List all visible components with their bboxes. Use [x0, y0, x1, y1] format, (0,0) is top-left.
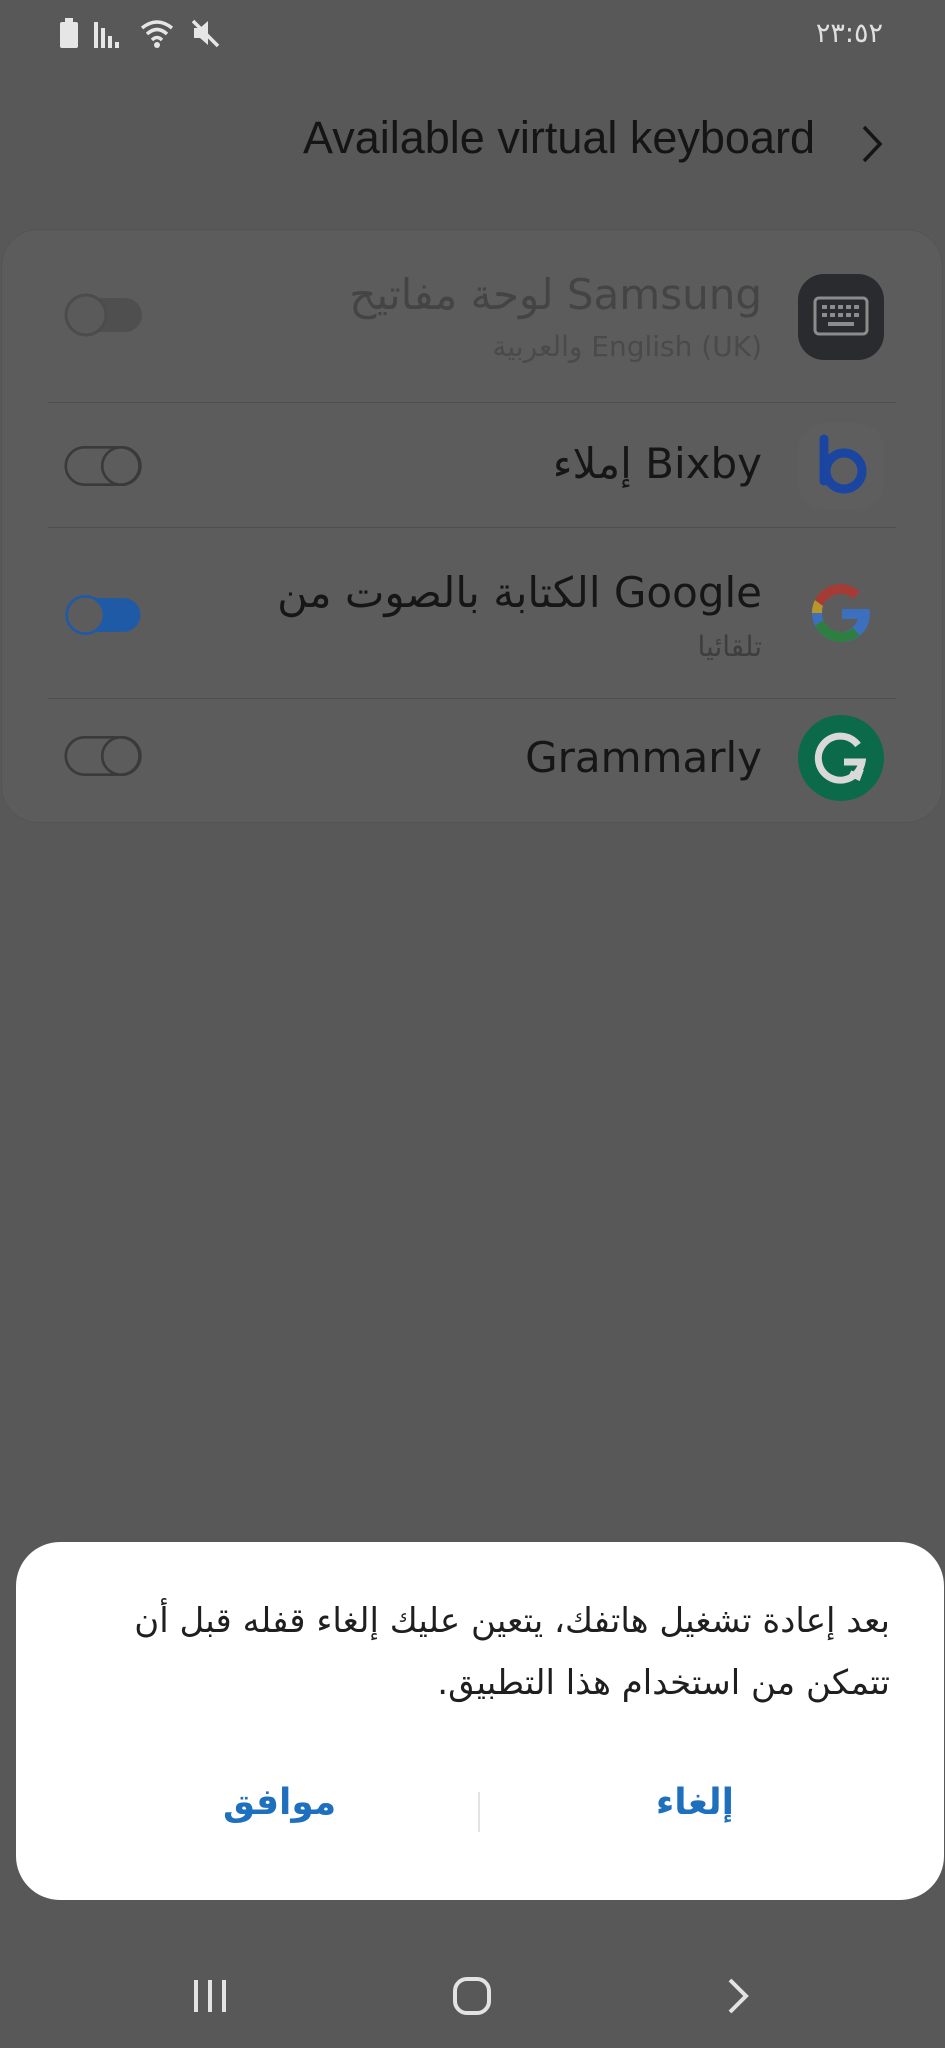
dialog-message: بعد إعادة تشغيل هاتفك، يتعين عليك إلغاء … — [134, 1601, 890, 1703]
list-item-google-voice[interactable]: الكتابة بالصوت من Google تلقائيا — [2, 528, 942, 698]
list-item-subtitle: والعربية English (UK) — [492, 330, 762, 363]
cancel-button[interactable]: إلغاء — [656, 1782, 734, 1823]
ok-button[interactable]: موافق — [223, 1782, 336, 1823]
google-voice-toggle[interactable] — [64, 592, 144, 638]
list-item-title: إملاء Bixby — [552, 439, 762, 488]
unlock-dialog: بعد إعادة تشغيل هاتفك، يتعين عليك إلغاء … — [16, 1542, 944, 1900]
status-bar: ٢٣:٥٢ — [0, 0, 945, 72]
signal-icon — [94, 22, 119, 48]
battery-icon — [60, 18, 78, 48]
list-item-title: الكتابة بالصوت من Google — [277, 568, 762, 617]
status-clock: ٢٣:٥٢ — [815, 18, 883, 49]
google-icon — [798, 570, 884, 656]
back-icon[interactable] — [724, 1976, 754, 2016]
bixby-icon — [798, 423, 884, 509]
bixby-toggle[interactable] — [64, 443, 144, 489]
page-title: Available virtual keyboard — [303, 112, 815, 163]
grammarly-toggle[interactable] — [64, 733, 144, 779]
header[interactable]: Available virtual keyboard — [0, 100, 945, 180]
list-item-subtitle: تلقائيا — [697, 630, 762, 663]
grammarly-icon — [798, 715, 884, 801]
list-item-bixby[interactable]: إملاء Bixby — [2, 403, 942, 527]
wifi-icon — [140, 20, 174, 48]
chevron-right-icon[interactable] — [861, 124, 883, 164]
keyboard-list: لوحة مفاتيح Samsung والعربية English (UK… — [2, 230, 942, 822]
list-item-title: Grammarly — [525, 733, 762, 782]
navigation-bar — [0, 1950, 945, 2048]
list-item-grammarly[interactable]: Grammarly — [2, 699, 942, 821]
list-item-samsung-keyboard[interactable]: لوحة مفاتيح Samsung والعربية English (UK… — [2, 230, 942, 402]
samsung-keyboard-icon — [798, 274, 884, 360]
list-item-title: لوحة مفاتيح Samsung — [349, 270, 762, 319]
home-icon[interactable] — [452, 1976, 492, 2016]
recents-icon[interactable] — [190, 1976, 230, 2016]
samsung-keyboard-toggle[interactable] — [64, 292, 144, 338]
button-divider — [478, 1792, 480, 1832]
mute-icon — [191, 19, 220, 48]
